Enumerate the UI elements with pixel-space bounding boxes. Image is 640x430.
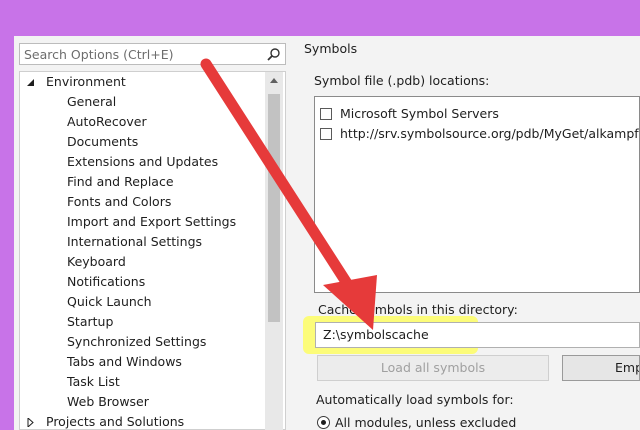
auto-load-label: Automatically load symbols for: (316, 392, 514, 407)
tree-item-keyboard[interactable]: Keyboard (67, 252, 126, 272)
tree-scrollbar[interactable] (265, 72, 283, 430)
tree-item-synchronized[interactable]: Synchronized Settings (67, 332, 206, 352)
load-all-symbols-button[interactable]: Load all symbols (317, 355, 549, 381)
tree-node-projects[interactable]: Projects and Solutions (26, 412, 185, 429)
empty-cache-button[interactable]: Emp (562, 355, 640, 381)
location-item[interactable]: Microsoft Symbol Servers (320, 104, 499, 124)
tree-node-label: Environment (46, 74, 126, 89)
tree-item-extensions[interactable]: Extensions and Updates (67, 152, 218, 172)
search-box[interactable] (19, 43, 286, 65)
tree-node-label: Projects and Solutions (46, 414, 185, 429)
search-input[interactable] (24, 44, 260, 64)
symbol-locations-list[interactable]: Microsoft Symbol Servers http://srv.symb… (314, 96, 640, 293)
search-icon[interactable] (266, 47, 281, 62)
radio-button[interactable] (317, 416, 330, 429)
cache-directory-value: Z:\symbolscache (323, 327, 429, 342)
radio-label: All modules, unless excluded (335, 415, 517, 430)
tree-item-international[interactable]: International Settings (67, 232, 202, 252)
tree-item-autorecover[interactable]: AutoRecover (67, 112, 147, 132)
tree-item-notifications[interactable]: Notifications (67, 272, 145, 292)
location-label: Microsoft Symbol Servers (340, 106, 499, 121)
location-checkbox[interactable] (320, 108, 332, 120)
window-frame-left (0, 0, 14, 430)
location-checkbox[interactable] (320, 128, 332, 140)
locations-label: Symbol file (.pdb) locations: (314, 73, 490, 88)
tree-item-import-export[interactable]: Import and Export Settings (67, 212, 236, 232)
section-title: Symbols (304, 41, 358, 56)
window-frame-top (0, 0, 640, 36)
tree-item-quick-launch[interactable]: Quick Launch (67, 292, 152, 312)
location-item[interactable]: http://srv.symbolsource.org/pdb/MyGet/al… (320, 124, 640, 144)
tree-item-tabs-windows[interactable]: Tabs and Windows (67, 352, 182, 372)
scroll-up-arrow-icon[interactable] (265, 72, 283, 90)
cache-label: Cache symbols in this directory: (318, 302, 518, 317)
tree-item-task-list[interactable]: Task List (67, 372, 120, 392)
tree-item-general[interactable]: General (67, 92, 116, 112)
scroll-thumb[interactable] (268, 94, 280, 322)
radio-all-modules[interactable]: All modules, unless excluded (317, 415, 516, 430)
tree-item-find-replace[interactable]: Find and Replace (67, 172, 174, 192)
tree-item-startup[interactable]: Startup (67, 312, 113, 332)
tree-item-web-browser[interactable]: Web Browser (67, 392, 149, 412)
tree-item-documents[interactable]: Documents (67, 132, 138, 152)
expand-triangle-icon[interactable] (26, 412, 36, 429)
cache-directory-input[interactable]: Z:\symbolscache (315, 322, 640, 348)
collapse-triangle-icon[interactable] (26, 72, 36, 92)
location-label: http://srv.symbolsource.org/pdb/MyGet/al… (340, 126, 640, 141)
options-tree: Environment General AutoRecover Document… (19, 71, 286, 430)
tree-item-fonts-colors[interactable]: Fonts and Colors (67, 192, 171, 212)
tree-node-environment[interactable]: Environment (26, 72, 126, 92)
